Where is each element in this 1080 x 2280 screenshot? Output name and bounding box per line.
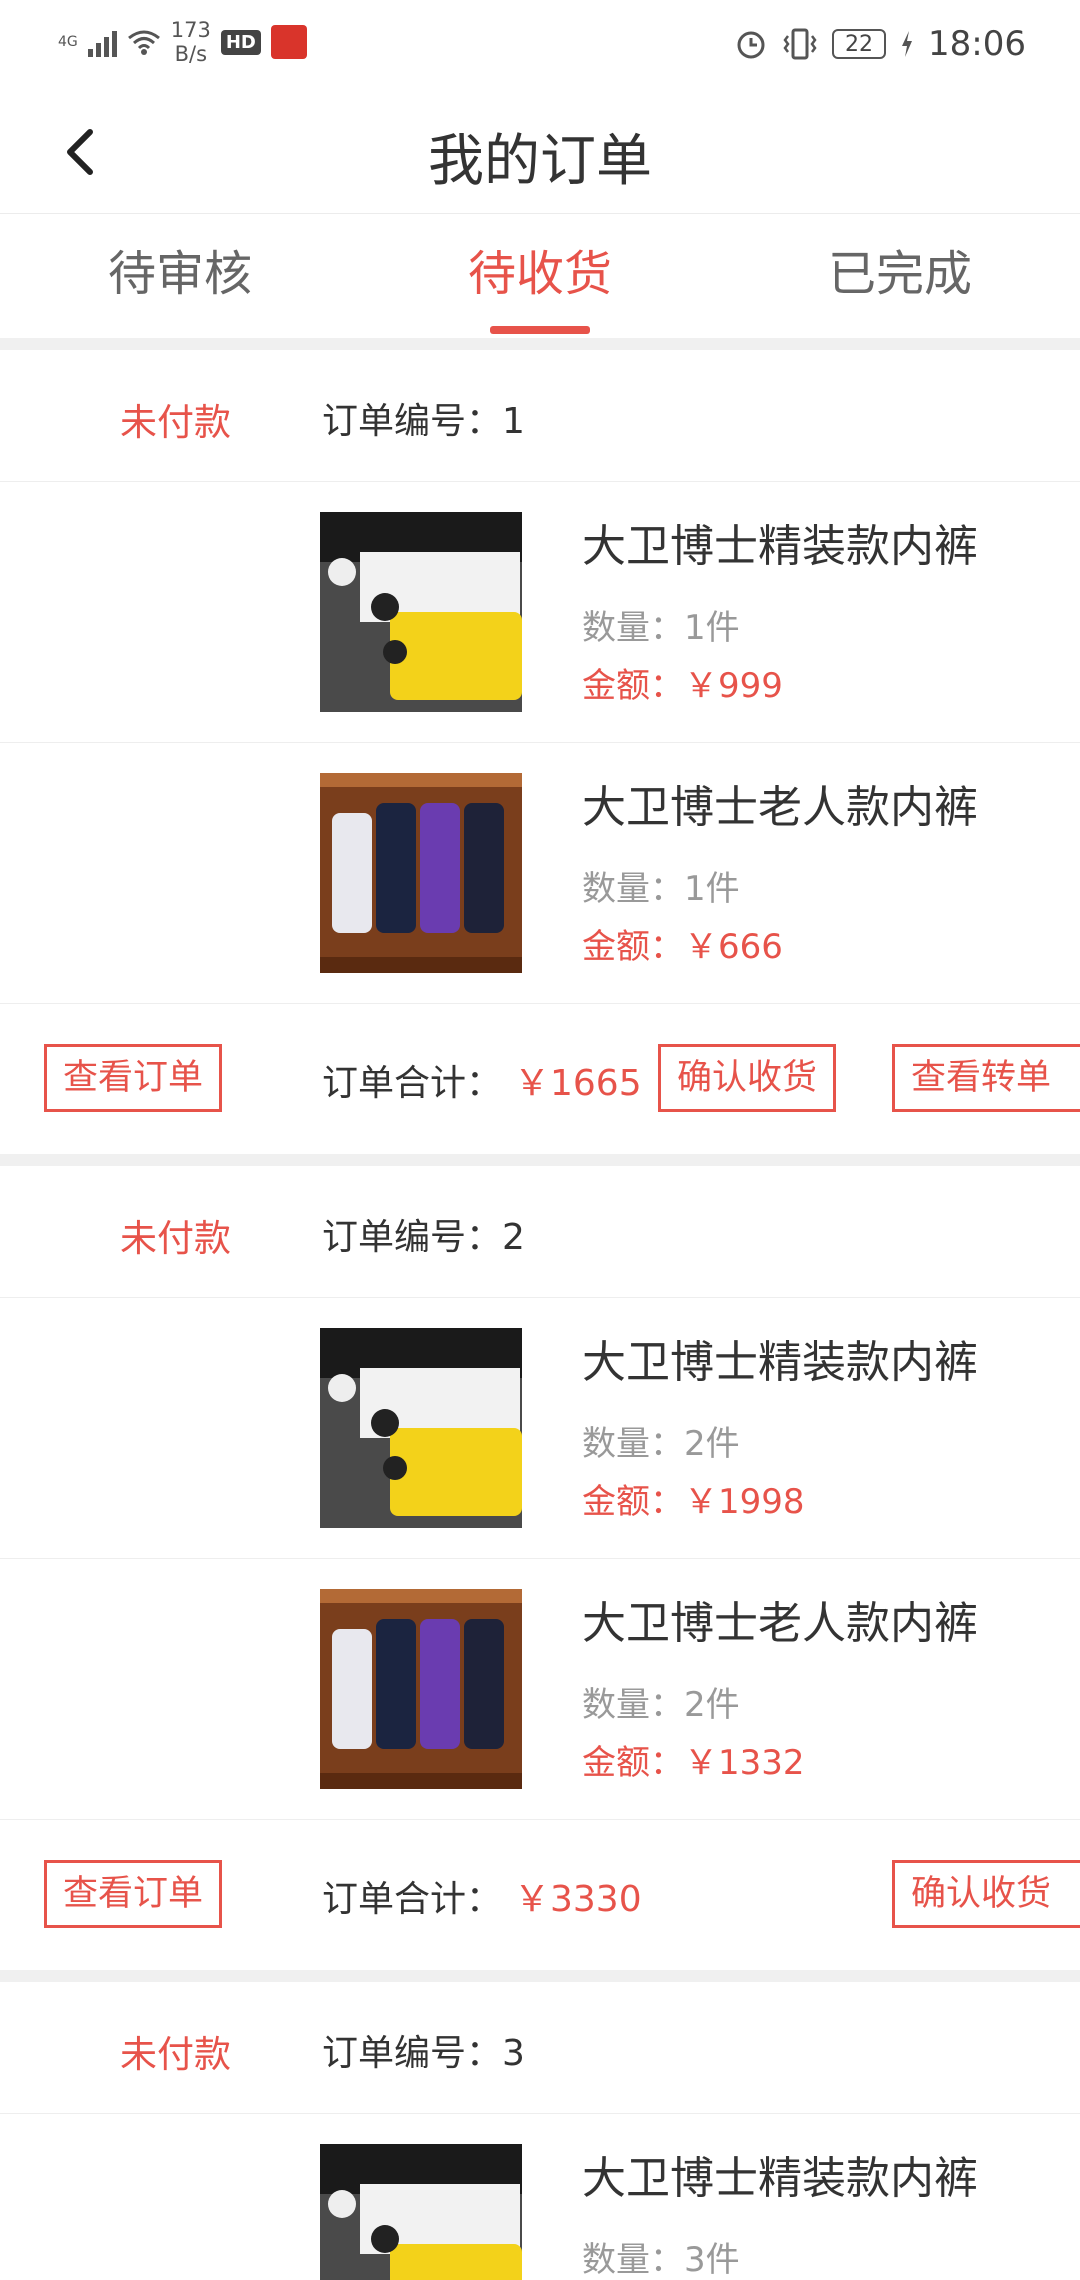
product-quantity: 数量：1件 bbox=[582, 869, 740, 909]
battery-icon: 22 bbox=[832, 29, 887, 59]
order-item[interactable]: 大卫博士精装款内裤 数量：1件 金额：￥999 bbox=[0, 482, 1080, 743]
clock: 18:06 bbox=[928, 24, 1026, 64]
product-quantity: 数量：3件 bbox=[582, 2240, 740, 2280]
vibrate-icon bbox=[783, 28, 817, 60]
product-amount: 金额：￥1332 bbox=[582, 1743, 805, 1783]
product-name: 大卫博士老人款内裤 bbox=[582, 782, 978, 833]
network-speed: 173 B/s bbox=[170, 18, 211, 66]
app-notification-icon bbox=[270, 25, 307, 59]
order-header: 未付款 订单编号：2 bbox=[0, 1166, 1080, 1298]
product-name: 大卫博士精装款内裤 bbox=[582, 521, 978, 572]
payment-status: 未付款 bbox=[120, 401, 231, 444]
product-image bbox=[320, 1328, 522, 1528]
payment-status: 未付款 bbox=[120, 2033, 231, 2076]
alarm-icon bbox=[737, 31, 765, 59]
product-quantity: 数量：1件 bbox=[582, 608, 740, 648]
view-order-button[interactable]: 查看订单 bbox=[44, 1044, 223, 1112]
order-total-value: ￥3330 bbox=[514, 1879, 642, 1920]
order-total-label: 订单合计： bbox=[322, 1063, 503, 1104]
product-name: 大卫博士老人款内裤 bbox=[582, 1598, 978, 1649]
product-image bbox=[320, 1589, 522, 1789]
confirm-receipt-button[interactable]: 确认收货 bbox=[658, 1044, 837, 1112]
network-type: 4G bbox=[58, 34, 78, 50]
order-footer: 查看订单 订单合计： ￥3330 确认收货 bbox=[0, 1820, 1080, 1970]
order-number: 订单编号：2 bbox=[322, 1217, 525, 1258]
order-item[interactable]: 大卫博士精装款内裤 数量：2件 金额：￥1998 bbox=[0, 1298, 1080, 1559]
product-name: 大卫博士精装款内裤 bbox=[582, 2153, 978, 2204]
payment-status: 未付款 bbox=[120, 1217, 231, 1260]
order-footer: 查看订单 订单合计： ￥1665 确认收货 查看转单 bbox=[0, 1004, 1080, 1154]
product-quantity: 数量：2件 bbox=[582, 1685, 740, 1725]
tab-pending-review[interactable]: 待审核 bbox=[0, 214, 360, 338]
order-card: 未付款 订单编号：2 大卫博士精装款内裤 数量：2件 金额：￥1998 大卫博士… bbox=[0, 1166, 1080, 1970]
order-card: 未付款 订单编号：1 大卫博士精装款内裤 数量：1件 金额：￥999 大卫博士老… bbox=[0, 350, 1080, 1154]
order-item[interactable]: 大卫博士老人款内裤 数量：2件 金额：￥1332 bbox=[0, 1559, 1080, 1820]
section-divider bbox=[0, 1970, 1080, 1982]
view-transfer-button[interactable]: 查看转单 bbox=[892, 1044, 1080, 1112]
app-header: 我的订单 bbox=[0, 90, 1080, 214]
signal-icon bbox=[87, 27, 117, 57]
product-image bbox=[320, 512, 522, 712]
page-title: 我的订单 bbox=[428, 129, 652, 194]
tab-completed[interactable]: 已完成 bbox=[720, 214, 1080, 338]
order-item[interactable]: 大卫博士精装款内裤 数量：3件 bbox=[0, 2114, 1080, 2280]
order-header: 未付款 订单编号：3 bbox=[0, 1982, 1080, 2114]
product-image bbox=[320, 2144, 522, 2280]
product-image bbox=[320, 773, 522, 973]
order-list: 未付款 订单编号：1 大卫博士精装款内裤 数量：1件 金额：￥999 大卫博士老… bbox=[0, 338, 1080, 2280]
hd-icon: HD bbox=[220, 29, 261, 55]
wifi-icon bbox=[127, 30, 160, 55]
status-bar: 4G 173 B/s HD 22 18:06 bbox=[0, 0, 1080, 90]
order-total-value: ￥1665 bbox=[514, 1063, 642, 1104]
order-item[interactable]: 大卫博士老人款内裤 数量：1件 金额：￥666 bbox=[0, 743, 1080, 1004]
order-tabs: 待审核 待收货 已完成 bbox=[0, 214, 1080, 338]
order-header: 未付款 订单编号：1 bbox=[0, 350, 1080, 482]
product-amount: 金额：￥999 bbox=[582, 666, 783, 706]
view-order-button[interactable]: 查看订单 bbox=[44, 1860, 223, 1928]
product-quantity: 数量：2件 bbox=[582, 1424, 740, 1464]
order-total-label: 订单合计： bbox=[322, 1879, 503, 1920]
section-divider bbox=[0, 1154, 1080, 1166]
tab-pending-receipt[interactable]: 待收货 bbox=[360, 214, 720, 338]
order-number: 订单编号：3 bbox=[322, 2033, 525, 2074]
order-card: 未付款 订单编号：3 大卫博士精装款内裤 数量：3件 bbox=[0, 1982, 1080, 2280]
section-divider bbox=[0, 338, 1080, 350]
product-amount: 金额：￥1998 bbox=[582, 1482, 805, 1522]
confirm-receipt-button[interactable]: 确认收货 bbox=[892, 1860, 1080, 1928]
battery-level: 22 bbox=[845, 31, 874, 57]
product-amount: 金额：￥666 bbox=[582, 927, 783, 967]
charging-icon bbox=[902, 31, 913, 57]
product-name: 大卫博士精装款内裤 bbox=[582, 1337, 978, 1388]
order-number: 订单编号：1 bbox=[322, 401, 525, 442]
